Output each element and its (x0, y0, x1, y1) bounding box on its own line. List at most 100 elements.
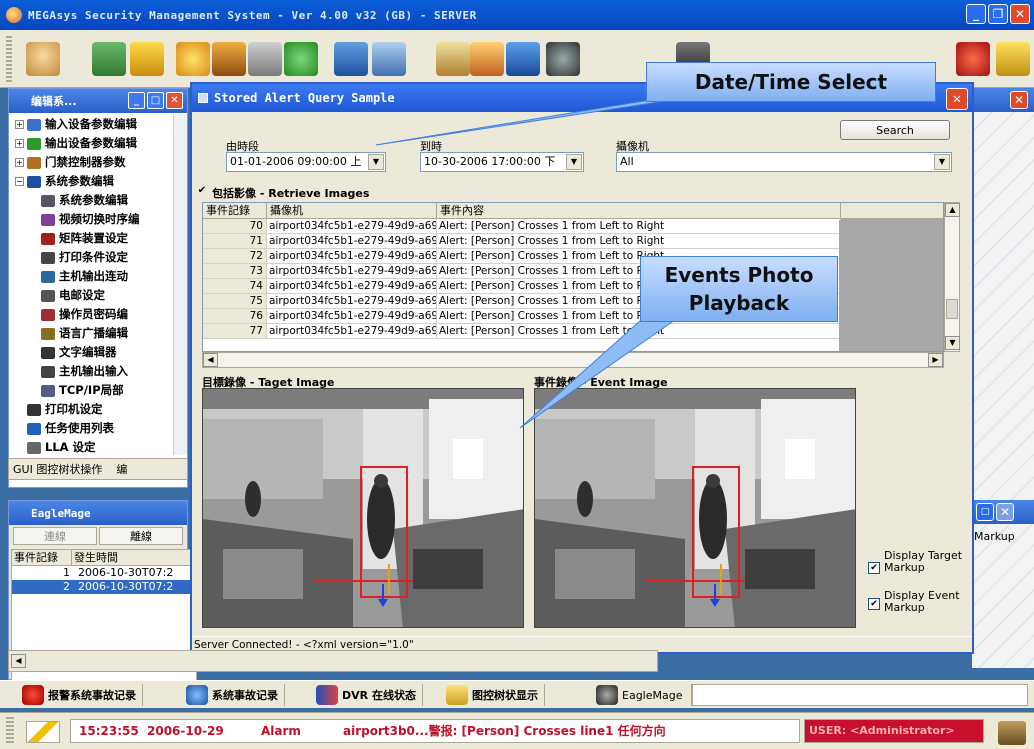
table-row[interactable]: 71 airport034fc5b1-e279-49d9-a69b-6 Alert:… (203, 234, 943, 249)
scroll-left-icon[interactable]: ◀ (11, 654, 26, 668)
retrieve-images-checkbox[interactable]: ✔ (196, 186, 208, 198)
tree-item[interactable]: + 输入设备参数编辑 (11, 115, 173, 134)
eaglemage-close-button[interactable]: ✕ (996, 503, 1014, 521)
editor-panel-minimize-button[interactable]: _ (128, 92, 145, 109)
tab-gui-tree[interactable]: GUI 图控树状操作 (13, 461, 102, 477)
maintenance-icon[interactable] (470, 42, 504, 76)
scroll-left-icon[interactable]: ◀ (203, 353, 218, 367)
tree-item[interactable]: 矩阵装置设定 (11, 229, 173, 248)
col-event-content[interactable]: 事件內容 (437, 203, 841, 218)
scroll-up-icon[interactable]: ▲ (945, 203, 960, 217)
editor-panel-maximize-button[interactable]: □ (147, 92, 164, 109)
disk-icon[interactable] (546, 42, 580, 76)
grid-vscrollbar[interactable]: ▲ ▼ (944, 202, 960, 352)
to-datetime-select[interactable]: 10-30-2006 17:00:00 下 ▼ (420, 152, 584, 172)
task-alarm-log[interactable]: 报警系统事故记录 (22, 684, 143, 706)
tree-vscrollbar[interactable] (173, 115, 187, 455)
callout-line-2: Playback (688, 291, 790, 315)
help-icon[interactable] (996, 42, 1030, 76)
schedule-icon[interactable] (248, 42, 282, 76)
search-button[interactable]: Search (840, 120, 950, 140)
devices-icon[interactable] (176, 42, 210, 76)
chevron-down-icon[interactable]: ▼ (934, 154, 950, 170)
tree-item[interactable]: 任务使用列表 (11, 419, 173, 438)
alarm-toolbar-icon[interactable] (956, 42, 990, 76)
settings-icon[interactable] (212, 42, 246, 76)
table-row[interactable]: 1 2006-10-30T07:2 (12, 566, 196, 580)
display-event-markup-checkbox[interactable]: ✔ (868, 598, 880, 610)
tools-icon[interactable] (436, 42, 470, 76)
layout-icon[interactable] (92, 42, 126, 76)
tree-item[interactable]: + 输出设备参数编辑 (11, 134, 173, 153)
tree-item[interactable]: 系统参数编辑 (11, 191, 173, 210)
close-button[interactable]: ✕ (1010, 4, 1030, 24)
task-tree-display[interactable]: 图控树状显示 (446, 684, 545, 706)
event-image[interactable] (534, 388, 856, 628)
grid-vscroll-thumb[interactable] (946, 299, 958, 319)
tab-editor[interactable]: 编 (116, 461, 127, 477)
tree-item[interactable]: TCP/IP局部 (11, 381, 173, 400)
expand-icon[interactable]: + (15, 120, 24, 129)
table-row[interactable]: 70 airport034fc5b1-e279-49d9-a69b-6 Alert:… (203, 219, 943, 234)
tree-item[interactable]: 电邮设定 (11, 286, 173, 305)
offline-button[interactable]: 離線 (99, 527, 183, 545)
tree-item[interactable]: 操作员密码编 (11, 305, 173, 324)
tree-item[interactable]: 主机输出连动 (11, 267, 173, 286)
status-icon[interactable] (284, 42, 318, 76)
scroll-down-icon[interactable]: ▼ (945, 336, 960, 350)
tree-node-icon (41, 194, 55, 207)
grid-hscrollbar[interactable]: ◀ ▶ (202, 352, 944, 368)
report-icon[interactable] (334, 42, 368, 76)
tree-item[interactable]: 视频切换时序编 (11, 210, 173, 229)
dialog-title: Stored Alert Query Sample (214, 91, 395, 105)
tree-item[interactable]: 打印机设定 (11, 400, 173, 419)
chevron-down-icon[interactable]: ▼ (566, 154, 582, 170)
editor-panel-close-button[interactable]: ✕ (166, 92, 183, 109)
tree-item[interactable]: − 系统参数编辑 (11, 172, 173, 191)
task-dvr-status[interactable]: DVR 在线状态 (316, 684, 423, 706)
col-event-record[interactable]: 事件記錄 (12, 550, 72, 565)
alarm-message-field[interactable]: 15:23:55 2006-10-29 Alarm airport3b0...警… (70, 719, 800, 743)
target-image[interactable] (202, 388, 524, 628)
col-event-time[interactable]: 發生時間 (72, 550, 192, 565)
task-system-log[interactable]: 系统事故记录 (186, 684, 285, 706)
camera-icon (596, 685, 618, 705)
tree-item[interactable]: 文字编辑器 (11, 343, 173, 362)
tree-item[interactable]: 主机输出输入 (11, 362, 173, 381)
lock-icon[interactable] (998, 721, 1026, 745)
expand-icon[interactable]: + (15, 139, 24, 148)
scroll-right-icon[interactable]: ▶ (928, 353, 943, 367)
col-camera[interactable]: 攝像机 (267, 203, 437, 218)
row-id: 75 (203, 294, 267, 308)
camera-select[interactable]: All ▼ (616, 152, 952, 172)
from-datetime-select[interactable]: 01-01-2006 09:00:00 上 ▼ (226, 152, 386, 172)
row-id: 73 (203, 264, 267, 278)
background-close-button[interactable]: ✕ (1010, 91, 1028, 109)
tree-item[interactable]: LLA 设定 (11, 438, 173, 455)
tree-item[interactable]: 打印条件设定 (11, 248, 173, 267)
expand-icon[interactable]: + (15, 158, 24, 167)
restore-button[interactable]: ❐ (988, 4, 1008, 24)
collapse-icon[interactable]: − (15, 177, 24, 186)
row-camera: airport034fc5b1-e279-49d9-a69b-6 (269, 279, 437, 293)
tree-view-icon[interactable] (130, 42, 164, 76)
toolbar-grip[interactable] (6, 36, 12, 82)
table-row[interactable]: 77 airport034fc5b1-e279-49d9-a69b-6 Alert:… (203, 324, 943, 339)
callout-line-1: Events Photo (664, 263, 814, 287)
display-target-markup-checkbox[interactable]: ✔ (868, 562, 880, 574)
tree-item[interactable]: 语言广播编辑 (11, 324, 173, 343)
dialog-close-button[interactable]: ✕ (946, 88, 968, 110)
online-button[interactable]: 連線 (13, 527, 97, 545)
chevron-down-icon[interactable]: ▼ (368, 154, 384, 170)
display-icon[interactable] (506, 42, 540, 76)
table-row-selected[interactable]: 2 2006-10-30T07:2 (12, 580, 196, 594)
task-eaglemage[interactable]: EagleMage (596, 684, 692, 706)
user-icon[interactable] (372, 42, 406, 76)
tree-item-label: 系统参数编辑 (59, 193, 128, 207)
tree-item[interactable]: + 门禁控制器参数 (11, 153, 173, 172)
eaglemage-maximize-button[interactable]: □ (976, 503, 994, 521)
col-event-id[interactable]: 事件記錄 (203, 203, 267, 218)
minimize-button[interactable]: _ (966, 4, 986, 24)
keys-icon[interactable] (26, 42, 60, 76)
eaglemage-hscrollbar[interactable]: ◀ (8, 650, 658, 672)
